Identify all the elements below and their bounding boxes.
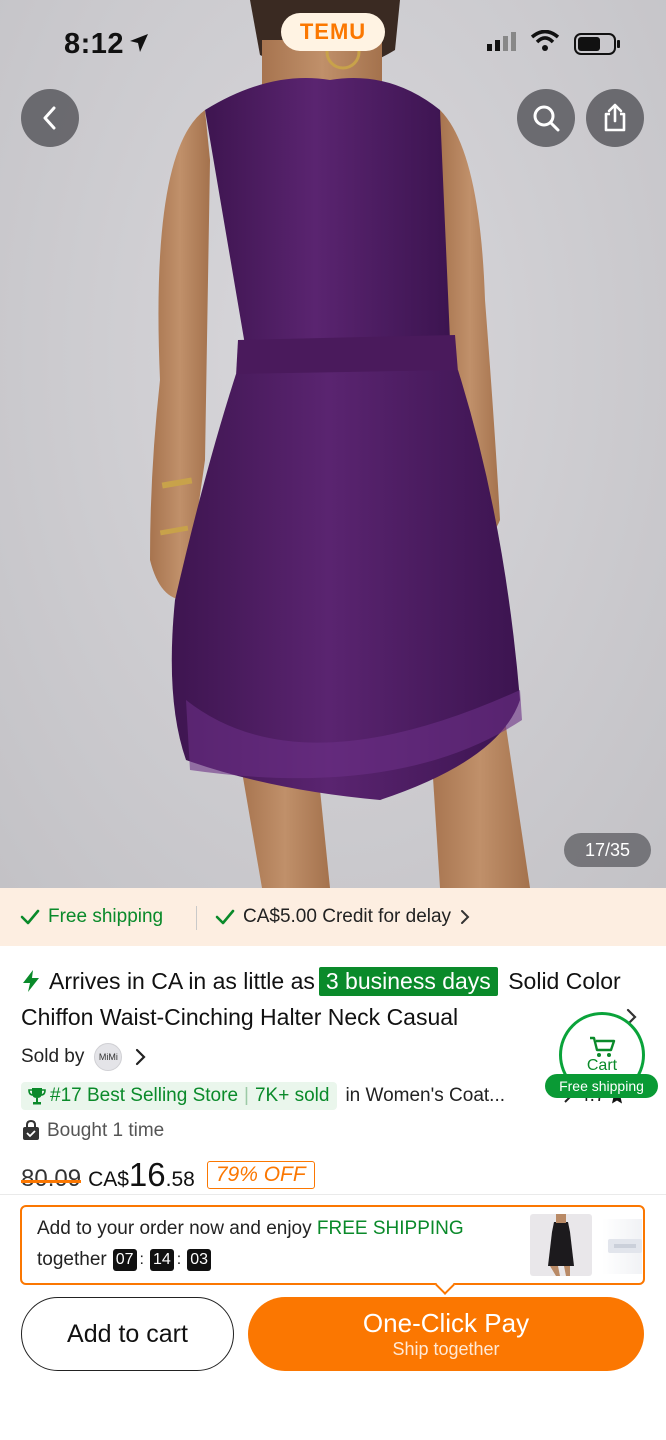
cart-icon (590, 1036, 616, 1057)
shipping-strip[interactable]: Free shipping CA$5.00 Credit for delay (0, 888, 666, 946)
bag-icon (23, 1120, 39, 1140)
discount-badge: 79% OFF (206, 1161, 315, 1189)
wifi-icon (530, 30, 560, 51)
timer-hours: 07 (112, 1249, 137, 1271)
share-icon (604, 103, 626, 132)
check-icon (20, 909, 40, 925)
product-gallery[interactable]: 8:12 TEMU 17/35 (0, 0, 666, 888)
one-click-pay-button[interactable]: One-Click Pay Ship together (248, 1297, 644, 1371)
chevron-right-icon (461, 910, 470, 924)
sold-by-row[interactable]: Sold by MiMi (21, 1043, 146, 1071)
check-icon (215, 909, 235, 925)
chevron-right-icon (136, 1048, 146, 1066)
back-button[interactable] (21, 89, 79, 147)
temu-logo: TEMU (281, 13, 385, 51)
back-icon (43, 106, 56, 130)
store-avatar: MiMi (94, 1043, 123, 1071)
add-to-cart-button[interactable]: Add to cart (21, 1297, 234, 1371)
status-time: 8:12 (64, 28, 125, 60)
search-button[interactable] (517, 89, 575, 147)
promo-product-thumbnail[interactable] (602, 1219, 642, 1274)
price-decimal: .58 (165, 1168, 195, 1191)
battery-icon (574, 33, 620, 55)
trophy-icon (28, 1088, 46, 1105)
location-arrow-icon (130, 34, 148, 52)
timer-minutes: 14 (149, 1249, 174, 1271)
price-integer: 16 (128, 1156, 166, 1193)
free-shipping-promo[interactable]: Add to your order now and enjoy FREE SHI… (20, 1205, 645, 1295)
divider (0, 1194, 666, 1195)
signal-icon (487, 32, 516, 51)
promo-product-thumbnail[interactable] (530, 1214, 592, 1276)
best-selling-row[interactable]: #17 Best Selling Store | 7K+ sold in Women… (21, 1081, 505, 1111)
cart-free-shipping-tag: Free shipping (545, 1074, 658, 1098)
delivery-days-badge: 3 business days (318, 967, 498, 996)
product-title[interactable]: Arrives in CA in as little as 3 business … (21, 963, 621, 1035)
image-counter: 17/35 (564, 833, 651, 867)
bought-count: Bought 1 time (21, 1120, 164, 1142)
price-row: 80.09 CA$ 16 .58 79% OFF (21, 1156, 315, 1194)
currency: CA$ (88, 1168, 129, 1191)
search-icon (533, 105, 560, 132)
category-link[interactable]: in Women's Coat... (345, 1085, 505, 1107)
bolt-icon (23, 970, 39, 992)
divider (196, 906, 197, 930)
share-button[interactable] (586, 89, 644, 147)
best-selling-badge: #17 Best Selling Store | 7K+ sold (21, 1082, 338, 1110)
timer-seconds: 03 (187, 1249, 212, 1271)
original-price: 80.09 (21, 1165, 82, 1192)
promo-timer-row: together 07: 14: 03 (37, 1249, 212, 1271)
free-shipping-info: Free shipping (20, 906, 163, 928)
credit-for-delay[interactable]: CA$5.00 Credit for delay (215, 906, 471, 928)
promo-text: Add to your order now and enjoy FREE SHI… (37, 1218, 464, 1239)
promo-pointer (435, 1275, 455, 1295)
